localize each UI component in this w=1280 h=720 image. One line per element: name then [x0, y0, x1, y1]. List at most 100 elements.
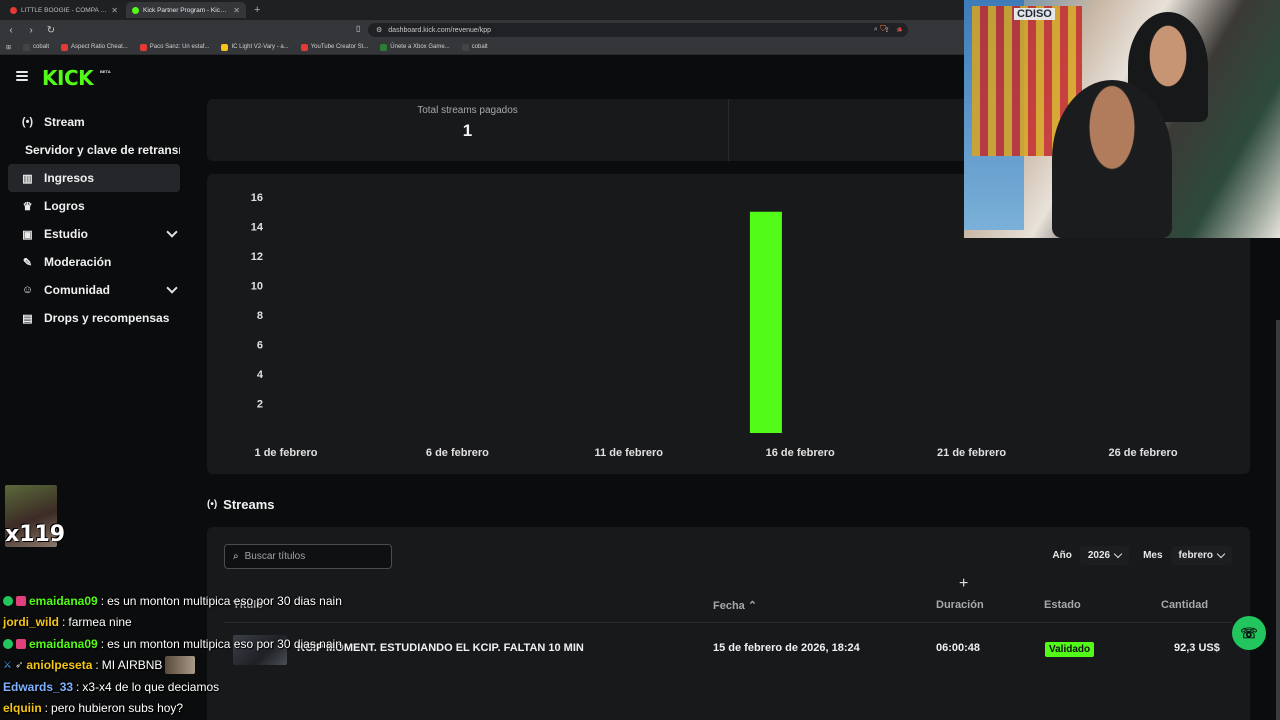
bookmark-item[interactable]: cobalt	[461, 43, 488, 51]
column-date-label: Fecha	[713, 600, 745, 612]
bookmark-item[interactable]: Únete a Xbox Game...	[380, 43, 450, 51]
bookmark-favicon-icon	[139, 43, 147, 51]
column-date[interactable]: Fecha ⌃	[713, 599, 757, 612]
subscriber-badge-icon	[16, 638, 26, 649]
stat-paid-streams: Total streams pagados 1	[207, 99, 728, 161]
x-tick-label: 26 de febrero	[1108, 447, 1177, 459]
zoom-icon[interactable]: ⌕	[874, 26, 878, 34]
chat-username[interactable]: emaidana09	[29, 594, 98, 608]
month-label: Mes	[1143, 550, 1163, 561]
sidebar-item-logros[interactable]: ♛ Logros	[8, 192, 180, 220]
x-tick-label: 1 de febrero	[255, 447, 318, 459]
verified-badge-icon	[3, 595, 13, 606]
brave-shield-icon[interactable]: ⛉	[880, 24, 886, 34]
browser-tab-kick[interactable]: Kick Partner Program - Kick Dashboard ✕	[126, 2, 246, 18]
bookmark-favicon-icon	[380, 43, 388, 51]
site-info-icon[interactable]: ⚙	[376, 26, 382, 34]
bookmark-page-icon[interactable]: ▯	[356, 24, 360, 33]
bookmark-favicon-icon	[61, 43, 69, 51]
rocket-badge-icon: ➶	[14, 659, 24, 671]
status-badge: Validado	[1045, 642, 1095, 657]
back-icon[interactable]: ‹	[6, 25, 16, 36]
chat-emote	[165, 656, 196, 675]
verified-badge-icon	[3, 638, 13, 649]
tab-label: LITTLE BOOGIE - COMPA LO HICIMOS	[21, 6, 107, 14]
chat-username[interactable]: elquiin	[3, 701, 42, 715]
broadcast-icon: (•)	[207, 499, 218, 510]
search-field[interactable]: ⌕	[224, 544, 392, 569]
sidebar-item-label: Logros	[44, 199, 85, 213]
reload-icon[interactable]: ↻	[46, 25, 56, 36]
browser-tab-music[interactable]: LITTLE BOOGIE - COMPA LO HICIMOS ✕	[4, 2, 124, 18]
search-input[interactable]	[244, 551, 385, 562]
sidebar-item-stream[interactable]: (•) Stream	[8, 108, 180, 136]
chart-icon: ▥	[22, 172, 33, 185]
add-icon[interactable]: +	[959, 575, 968, 593]
stream-duration: 06:00:48	[936, 642, 981, 654]
bookmark-item[interactable]: YouTube Creator St...	[300, 43, 369, 51]
forward-icon[interactable]: ›	[26, 25, 36, 36]
table-row[interactable]: KCIP MOMENT. ESTUDIANDO EL KCIP. FALTAN …	[224, 627, 1232, 669]
sidebar-item-label: Moderación	[44, 255, 112, 269]
sidebar-item-label: Stream	[44, 115, 85, 129]
sidebar: (•) Stream Servidor y clave de retransmi…	[0, 108, 190, 332]
streamer	[1052, 80, 1172, 238]
bookmark-item[interactable]: Paco Sanz: Un estaf...	[139, 43, 209, 51]
kick-logo[interactable]: KICK	[42, 66, 94, 90]
scrollbar[interactable]	[1276, 320, 1280, 720]
y-tick-label: 14	[251, 222, 264, 234]
sidebar-item-comunidad[interactable]: ☺ Comunidad	[8, 276, 180, 304]
new-tab-button[interactable]: +	[248, 4, 266, 16]
sidebar-item-drops[interactable]: ▤ Drops y recompensas	[8, 304, 180, 332]
bookmark-item[interactable]: IC Light V2-Vary - a...	[221, 43, 289, 51]
close-tab-icon[interactable]: ✕	[233, 6, 240, 15]
sidebar-subitem-stream-key[interactable]: Servidor y clave de retransmisión	[0, 136, 180, 164]
close-tab-icon[interactable]: ✕	[111, 6, 118, 15]
address-bar[interactable]: ⚙ dashboard.kick.com/revenue/kpp ⌕ ⇪ ☆	[368, 23, 908, 37]
filters: Año 2026 Mes febrero	[1052, 546, 1232, 565]
stream-amount: 92,3 US$	[1174, 642, 1220, 654]
chat-text: pero hubieron subs hoy?	[51, 701, 184, 716]
menu-icon[interactable]	[16, 71, 28, 81]
moderator-sword-icon: ⚔	[3, 659, 12, 671]
year-select[interactable]: 2026	[1079, 546, 1130, 565]
chat-username[interactable]: Edwards_33	[3, 680, 73, 694]
y-tick-label: 2	[257, 399, 263, 411]
sidebar-item-ingresos[interactable]: ▥ Ingresos	[8, 164, 180, 192]
chat-username[interactable]: jordi_wild	[3, 615, 59, 629]
beta-badge: BETA	[100, 69, 111, 74]
chat-username[interactable]: aniolpeseta	[26, 658, 92, 672]
rewards-icon[interactable]: ▲	[896, 24, 904, 33]
chat-text: MI AIRBNB	[101, 658, 163, 673]
studio-icon: ▣	[22, 228, 33, 241]
y-tick-label: 8	[257, 310, 263, 322]
bookmark-label: Aspect Ratio Cheat...	[71, 44, 128, 50]
bookmark-label: YouTube Creator St...	[310, 44, 369, 50]
bookmark-item[interactable]: Aspect Ratio Cheat...	[61, 43, 128, 51]
chart-bar[interactable]	[749, 211, 782, 433]
chat-text: farmea nine	[68, 615, 132, 630]
sidebar-item-estudio[interactable]: ▣ Estudio	[8, 220, 180, 248]
bookmark-favicon-icon	[221, 43, 229, 51]
y-tick-label: 12	[251, 251, 263, 263]
bookmark-favicon-icon	[23, 43, 31, 51]
chevron-down-icon	[1216, 549, 1226, 559]
apps-icon[interactable]: ⊞	[6, 44, 11, 51]
chevron-down-icon[interactable]	[166, 226, 178, 238]
chat-username[interactable]: emaidana09	[29, 637, 98, 651]
tab-label: Kick Partner Program - Kick Dashboard	[143, 6, 230, 14]
column-duration[interactable]: Duración	[936, 599, 984, 611]
chat-message: jordi_wild: farmea nine	[3, 615, 132, 630]
x-tick-label: 21 de febrero	[937, 447, 1006, 459]
chevron-down-icon[interactable]	[166, 282, 178, 294]
column-amount[interactable]: Cantidad	[1161, 599, 1208, 611]
column-status[interactable]: Estado	[1044, 599, 1081, 611]
sidebar-item-moderacion[interactable]: ✎ Moderación	[8, 248, 180, 276]
broadcast-icon: (•)	[21, 116, 34, 128]
support-chat-button[interactable]: ☏	[1232, 616, 1266, 650]
month-value: febrero	[1178, 550, 1213, 561]
bookmark-item[interactable]: cobalt	[23, 43, 49, 51]
bookmark-favicon-icon	[461, 43, 469, 51]
streams-table-card: ⌕ Año 2026 Mes febrero + Título Fecha ⌃	[207, 527, 1250, 720]
month-select[interactable]: febrero	[1170, 546, 1232, 565]
